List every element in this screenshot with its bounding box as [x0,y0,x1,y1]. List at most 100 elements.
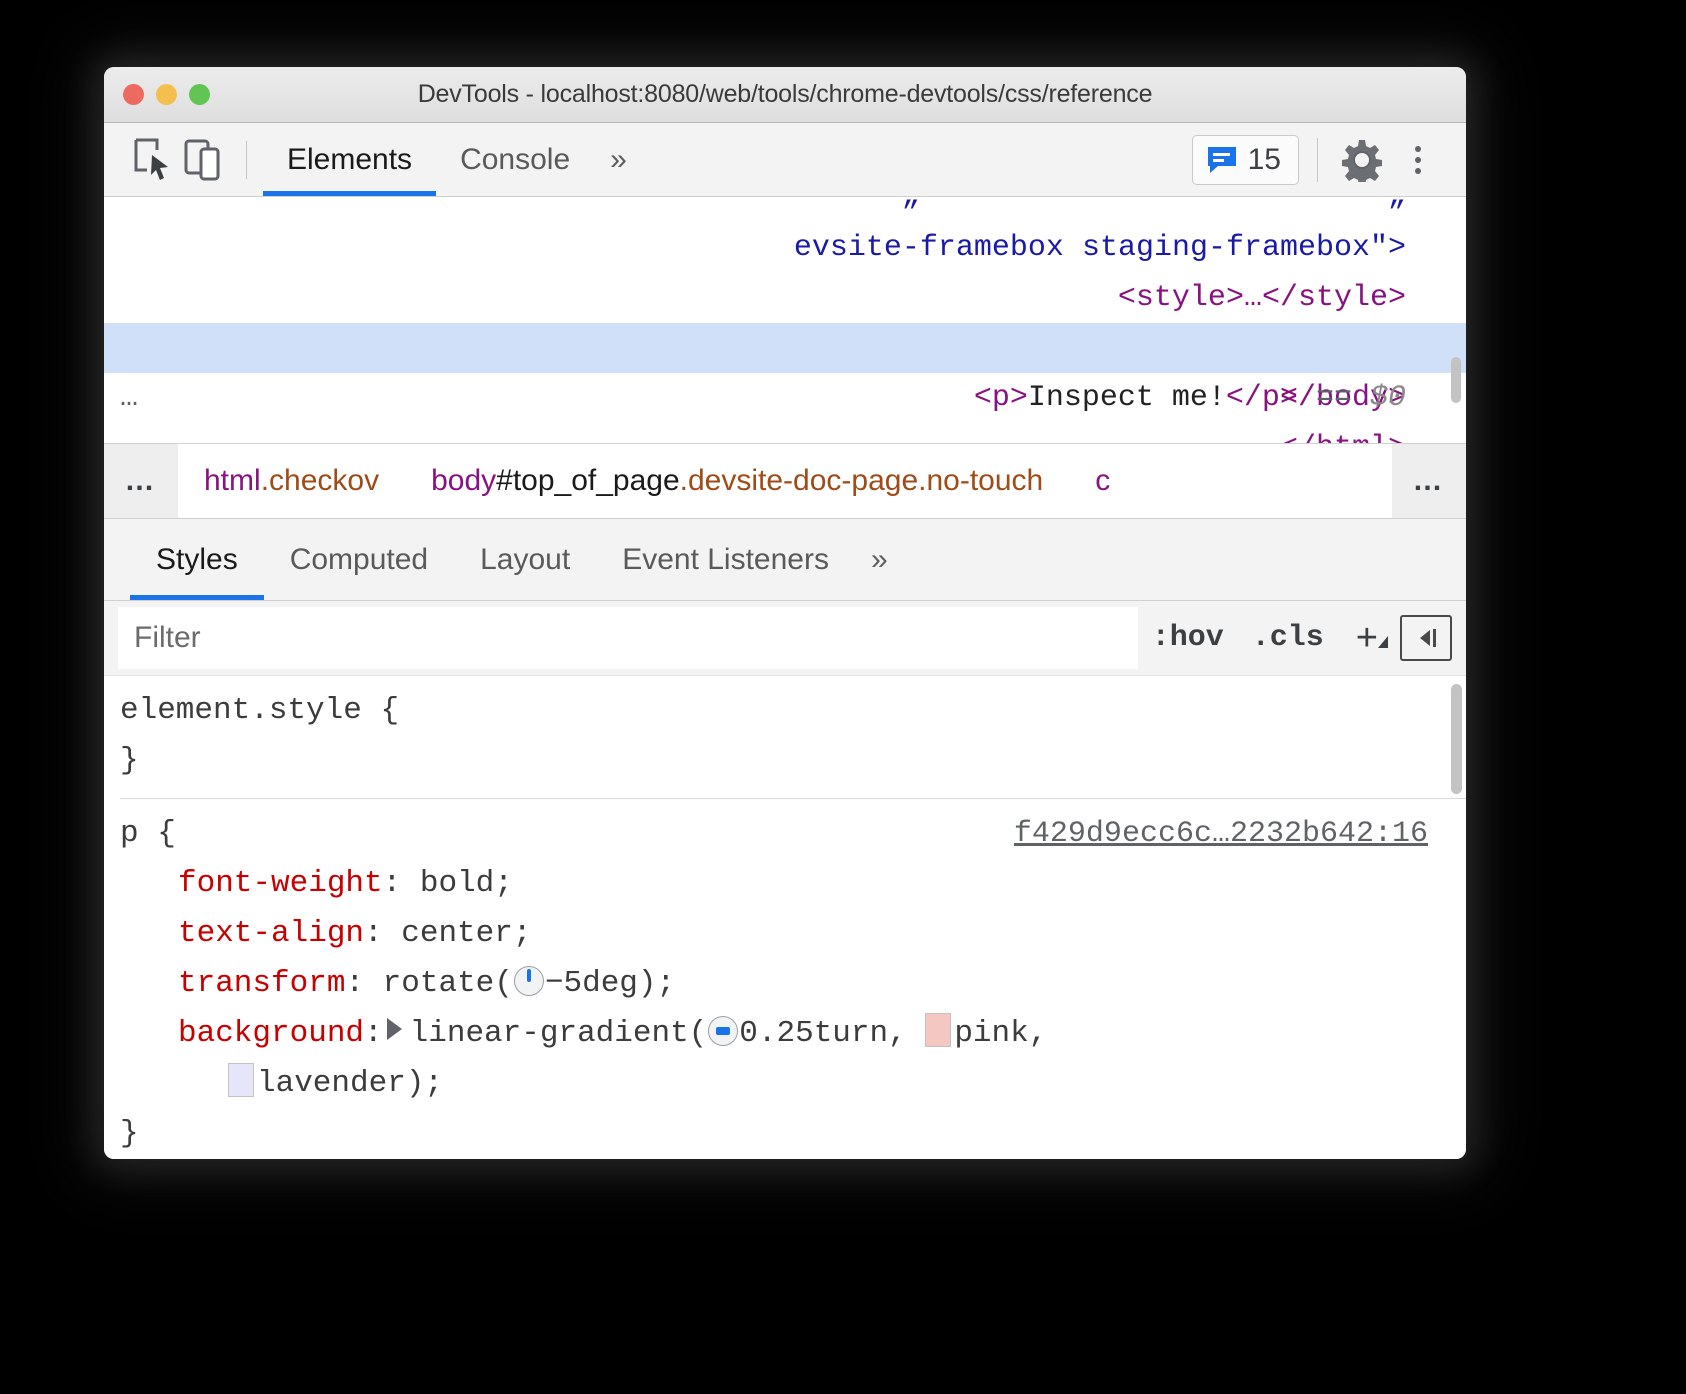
angle-clock-hand [527,969,531,982]
angle-clock-swatch-icon[interactable] [514,966,544,996]
dom-style-ellipsis: … [1244,281,1262,315]
dom-style-open-tag: <style> [1118,281,1244,315]
filter-input[interactable] [118,607,1138,669]
screenshot-root: DevTools - localhost:8080/web/tools/chro… [0,0,1686,1394]
dom-framebox-classes: evsite-framebox staging-framebox [794,231,1370,265]
dom-line-html-close[interactable]: </html> [104,423,1466,443]
device-toggle-icon[interactable] [182,137,228,183]
expand-shorthand-triangle-icon[interactable] [387,1018,402,1040]
declaration-transform[interactable]: transform: rotate(−5deg); [120,959,1466,1009]
tab-layout[interactable]: Layout [454,519,596,600]
inspect-cursor-icon[interactable] [130,137,176,183]
plus-icon: + [1356,617,1378,660]
declaration-text-align-property[interactable]: text-align [178,916,364,951]
tab-computed-label: Computed [290,543,428,577]
declaration-font-weight-value[interactable]: bold; [420,866,513,901]
declaration-background-color2[interactable]: lavender); [257,1066,443,1101]
dom-row-overflow-ellipsis[interactable]: … [120,373,140,423]
declaration-background-angle-value[interactable]: 0.25turn, [739,1016,925,1051]
kebab-dot-2 [1415,157,1421,163]
breadcrumb-html-tag: html [204,464,261,497]
rule-p-source-link[interactable]: f429d9ecc6c…2232b642:16 [1014,809,1428,859]
console-message-icon [1206,145,1238,175]
tab-event-listeners-label: Event Listeners [622,543,829,577]
breadcrumb-item-truncated[interactable]: c [1069,464,1121,498]
tab-event-listeners[interactable]: Event Listeners [596,519,855,600]
cls-button[interactable]: .cls [1238,621,1338,655]
dom-line-paragraph[interactable]: …<p>Inspect me!</p> == $0 [104,323,1466,373]
dom-tree[interactable]: ” ” evsite-framebox staging-framebox"> <… [104,197,1466,443]
rule-element-style-selector[interactable]: element.style { [120,686,1466,736]
more-sidebar-tabs-icon[interactable]: » [855,543,904,577]
declaration-transform-property[interactable]: transform [178,966,345,1001]
dom-line-clipped: ” ” [104,199,1466,223]
tab-styles[interactable]: Styles [130,519,264,600]
dom-clipped-text: ” ” [902,199,1406,223]
devtools-toolbar: Elements Console » 15 [104,123,1466,197]
dom-framebox-quote: "> [1370,231,1406,265]
tab-layout-label: Layout [480,543,570,577]
breadcrumb-body-classes: .devsite-doc-page.no-touch [680,464,1044,497]
console-message-count: 15 [1248,143,1281,177]
dom-tree-scrollbar[interactable] [1451,357,1461,403]
declaration-background-property[interactable]: background [178,1016,364,1051]
gradient-angle-swatch-icon[interactable] [708,1016,738,1046]
toolbar-divider-2 [1317,138,1318,182]
breadcrumb-item-html[interactable]: html.checkov [178,464,405,498]
devtools-window: DevTools - localhost:8080/web/tools/chro… [104,67,1466,1159]
rule-element-style-selector-text: element.style { [120,686,399,736]
hov-button[interactable]: :hov [1138,621,1238,655]
breadcrumb-item-body[interactable]: body#top_of_page.devsite-doc-page.no-tou… [405,464,1069,498]
rule-p-header[interactable]: p { f429d9ecc6c…2232b642:16 [120,809,1466,859]
rule-element-style-close: } [120,736,1466,786]
dom-line-framebox[interactable]: evsite-framebox staging-framebox"> [104,223,1466,273]
rule-p-close: } [120,1109,1466,1159]
styles-sidebar-tabs: Styles Computed Layout Event Listeners » [104,519,1466,601]
kebab-dot-1 [1415,146,1421,152]
styles-rules-pane[interactable]: element.style { } p { f429d9ecc6c…2232b6… [104,676,1466,1159]
console-message-badge[interactable]: 15 [1192,135,1299,185]
panel-tabs: Elements Console » [263,123,643,196]
plus-dropdown-triangle-icon [1378,636,1388,648]
gradient-angle-hand [716,1027,730,1035]
declaration-font-weight-property[interactable]: font-weight [178,866,383,901]
lavender-color-swatch-icon[interactable] [228,1063,254,1097]
styles-pane-scrollbar[interactable] [1451,684,1462,794]
rule-p[interactable]: p { f429d9ecc6c…2232b642:16 font-weight:… [120,799,1466,1159]
declaration-text-align-value[interactable]: center; [401,916,531,951]
declaration-font-weight[interactable]: font-weight: bold; [120,859,1466,909]
declaration-background[interactable]: background:linear-gradient(0.25turn, pin… [120,1009,1466,1059]
kebab-dot-3 [1415,168,1421,174]
dom-line-style[interactable]: <style>…</style> [104,273,1466,323]
breadcrumb-html-classes: .checkov [261,464,379,497]
kebab-menu-icon[interactable] [1392,134,1444,186]
window-title: DevTools - localhost:8080/web/tools/chro… [104,80,1466,109]
dom-p-equals: == [1316,381,1352,415]
declaration-background-color1[interactable]: pink, [954,1016,1047,1051]
tab-computed[interactable]: Computed [264,519,454,600]
declaration-transform-value-prefix: rotate( [383,966,513,1001]
tab-console[interactable]: Console [436,123,594,196]
tab-styles-label: Styles [156,543,238,577]
dom-p-console-ref: $0 [1370,381,1406,415]
toggle-sidebar-icon[interactable] [1400,615,1452,661]
tab-elements[interactable]: Elements [263,123,436,196]
dom-p-close-tag: </p> [1226,381,1298,415]
dom-p-text: Inspect me! [1028,381,1226,415]
rule-element-style[interactable]: element.style { } [120,676,1466,792]
declaration-transform-value-suffix[interactable]: −5deg); [545,966,675,1001]
declaration-background-wrap[interactable]: lavender); [120,1059,1466,1109]
rule-p-selector-text: p { [120,809,176,859]
more-panels-icon[interactable]: » [594,143,643,177]
breadcrumb-body-tag: body [431,464,496,497]
new-style-rule-button[interactable]: + [1338,617,1394,660]
breadcrumb-body-id: #top_of_page [496,464,680,497]
declaration-text-align[interactable]: text-align: center; [120,909,1466,959]
breadcrumb-overflow-right[interactable]: … [1392,444,1466,518]
pink-color-swatch-icon[interactable] [925,1013,951,1047]
window-title-bar: DevTools - localhost:8080/web/tools/chro… [104,67,1466,123]
toolbar-right-group: 15 [1192,134,1444,186]
dom-style-close-tag: </style> [1262,281,1406,315]
breadcrumb-overflow-left[interactable]: … [104,444,178,518]
gear-icon[interactable] [1336,134,1388,186]
